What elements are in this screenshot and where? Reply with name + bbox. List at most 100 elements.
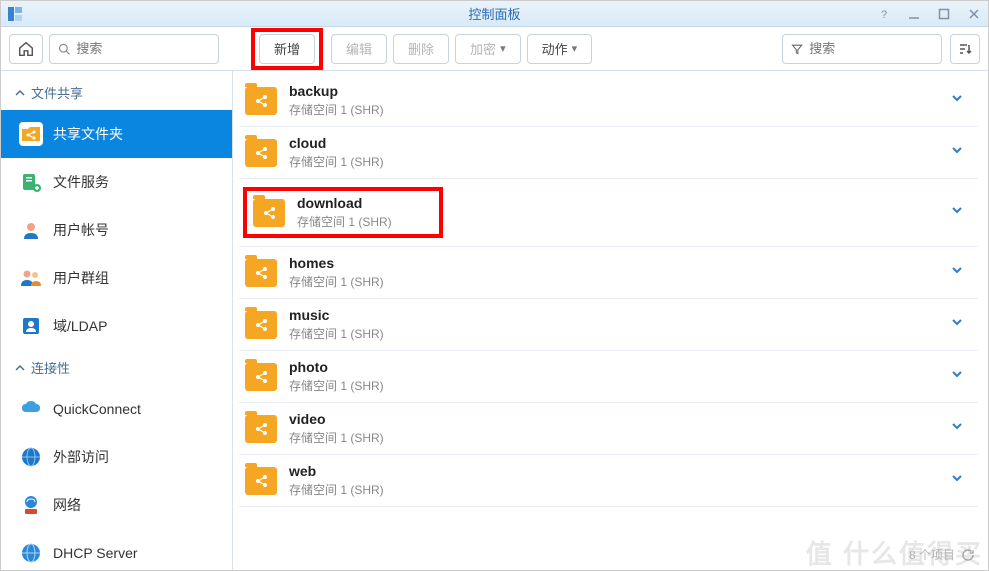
folder-name: video xyxy=(289,411,384,427)
folder-icon xyxy=(245,87,277,115)
sidebar-item-file-services[interactable]: 文件服务 xyxy=(1,158,232,206)
highlight-download: download 存储空间 1 (SHR) xyxy=(243,187,443,238)
folder-row[interactable]: cloud 存储空间 1 (SHR) xyxy=(239,127,978,179)
encrypt-button[interactable]: 加密 ▾ xyxy=(455,34,521,64)
chevron-up-icon xyxy=(15,363,25,373)
sidebar-item-group[interactable]: 用户群组 xyxy=(1,254,232,302)
sidebar-item-user[interactable]: 用户帐号 xyxy=(1,206,232,254)
folder-row[interactable]: photo 存储空间 1 (SHR) xyxy=(239,351,978,403)
delete-button[interactable]: 删除 xyxy=(393,34,449,64)
folder-subtext: 存储空间 1 (SHR) xyxy=(297,213,392,230)
folder-icon xyxy=(245,139,277,167)
help-icon[interactable]: ? xyxy=(876,6,892,22)
folder-name: download xyxy=(297,195,392,211)
folder-name: music xyxy=(289,307,384,323)
close-icon[interactable] xyxy=(966,6,982,22)
dhcp-icon xyxy=(19,541,43,565)
search-icon xyxy=(58,42,70,56)
network-icon xyxy=(19,493,43,517)
ldap-icon xyxy=(19,314,43,338)
chevron-down-icon[interactable] xyxy=(950,143,972,162)
sidebar-item-label: DHCP Server xyxy=(53,545,138,561)
group-icon xyxy=(19,266,43,290)
folder-subtext: 存储空间 1 (SHR) xyxy=(289,273,384,290)
folder-subtext: 存储空间 1 (SHR) xyxy=(289,101,384,118)
sidebar-item-label: 文件服务 xyxy=(53,172,109,192)
sidebar-item-ldap[interactable]: 域/LDAP xyxy=(1,302,232,350)
folder-icon xyxy=(253,199,285,227)
folder-icon xyxy=(245,467,277,495)
sidebar: 文件共享 共享文件夹 文件服务 用户帐号 xyxy=(1,71,233,570)
folder-name: backup xyxy=(289,83,384,99)
folder-row[interactable]: music 存储空间 1 (SHR) xyxy=(239,299,978,351)
shared-folder-icon xyxy=(19,122,43,146)
folder-row-download[interactable]: download 存储空间 1 (SHR) xyxy=(239,179,978,247)
maximize-icon[interactable] xyxy=(936,6,952,22)
minimize-icon[interactable] xyxy=(906,6,922,22)
edit-button[interactable]: 编辑 xyxy=(331,34,387,64)
chevron-down-icon: ▾ xyxy=(572,42,578,55)
item-count: 8 个项目 xyxy=(909,546,975,563)
category-connectivity[interactable]: 连接性 xyxy=(1,350,232,385)
file-services-icon xyxy=(19,170,43,194)
chevron-down-icon: ▾ xyxy=(500,42,506,55)
control-panel-window: 控制面板 ? 新增 编辑 删除 加密 ▾ xyxy=(0,0,989,571)
home-button[interactable] xyxy=(9,34,43,64)
folder-icon xyxy=(245,415,277,443)
sidebar-item-network[interactable]: 网络 xyxy=(1,481,232,529)
svg-text:?: ? xyxy=(881,9,887,20)
folder-subtext: 存储空间 1 (SHR) xyxy=(289,429,384,446)
folder-icon xyxy=(245,363,277,391)
chevron-down-icon[interactable] xyxy=(950,203,972,222)
sidebar-item-external-access[interactable]: 外部访问 xyxy=(1,433,232,481)
sidebar-item-label: 用户群组 xyxy=(53,268,109,288)
folder-icon xyxy=(245,259,277,287)
user-icon xyxy=(19,218,43,242)
sidebar-item-quickconnect[interactable]: QuickConnect xyxy=(1,385,232,433)
highlight-new-button: 新增 xyxy=(251,28,323,70)
sidebar-search-input[interactable] xyxy=(76,41,210,56)
quickconnect-icon xyxy=(19,397,43,421)
chevron-down-icon[interactable] xyxy=(950,315,972,334)
toolbar: 新增 编辑 删除 加密 ▾ 动作 ▾ xyxy=(1,27,988,71)
sidebar-item-label: 域/LDAP xyxy=(53,316,107,336)
folder-subtext: 存储空间 1 (SHR) xyxy=(289,377,384,394)
sidebar-item-label: 用户帐号 xyxy=(53,220,109,240)
folder-name: web xyxy=(289,463,384,479)
folder-row[interactable]: homes 存储空间 1 (SHR) xyxy=(239,247,978,299)
folder-name: homes xyxy=(289,255,384,271)
window-title: 控制面板 xyxy=(1,4,988,23)
globe-icon xyxy=(19,445,43,469)
sidebar-item-label: 外部访问 xyxy=(53,447,109,467)
folder-subtext: 存储空间 1 (SHR) xyxy=(289,325,384,342)
folder-subtext: 存储空间 1 (SHR) xyxy=(289,481,384,498)
folder-subtext: 存储空间 1 (SHR) xyxy=(289,153,384,170)
folder-row[interactable]: video 存储空间 1 (SHR) xyxy=(239,403,978,455)
chevron-down-icon[interactable] xyxy=(950,471,972,490)
chevron-down-icon[interactable] xyxy=(950,419,972,438)
chevron-down-icon[interactable] xyxy=(950,91,972,110)
folder-list: backup 存储空间 1 (SHR) cloud 存储空间 1 (SHR) xyxy=(233,71,988,570)
chevron-down-icon[interactable] xyxy=(950,367,972,386)
filter-search[interactable] xyxy=(782,34,942,64)
folder-name: cloud xyxy=(289,135,384,151)
folder-row[interactable]: backup 存储空间 1 (SHR) xyxy=(239,75,978,127)
body: 文件共享 共享文件夹 文件服务 用户帐号 xyxy=(1,71,988,570)
chevron-down-icon[interactable] xyxy=(950,263,972,282)
new-button[interactable]: 新增 xyxy=(259,34,315,64)
sidebar-item-shared-folder[interactable]: 共享文件夹 xyxy=(1,110,232,158)
category-file-sharing[interactable]: 文件共享 xyxy=(1,75,232,110)
chevron-up-icon xyxy=(15,88,25,98)
sidebar-item-label: 网络 xyxy=(53,495,81,515)
folder-row[interactable]: web 存储空间 1 (SHR) xyxy=(239,455,978,507)
refresh-icon[interactable] xyxy=(961,548,975,562)
folder-name: photo xyxy=(289,359,384,375)
action-button[interactable]: 动作 ▾ xyxy=(527,34,593,64)
filter-search-input[interactable] xyxy=(809,41,933,56)
sidebar-search[interactable] xyxy=(49,34,219,64)
sort-button[interactable] xyxy=(950,34,980,64)
filter-icon xyxy=(791,42,803,56)
sidebar-item-dhcp[interactable]: DHCP Server xyxy=(1,529,232,570)
sidebar-item-label: QuickConnect xyxy=(53,401,141,417)
sidebar-item-label: 共享文件夹 xyxy=(53,124,123,144)
